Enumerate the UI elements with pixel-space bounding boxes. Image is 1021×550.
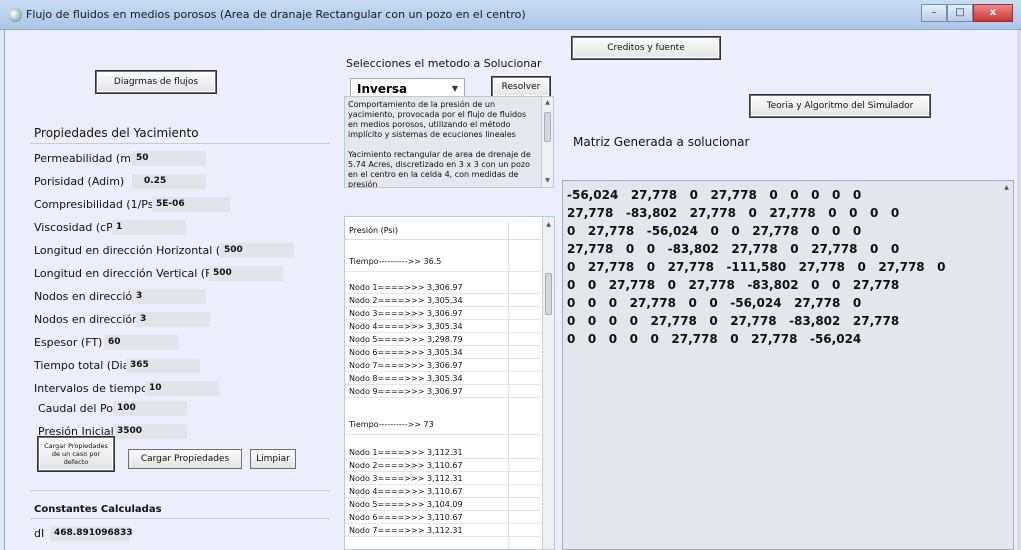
intervalos-input[interactable]: 10 bbox=[145, 381, 219, 396]
minimize-button[interactable]: – bbox=[921, 4, 947, 22]
scroll-up-icon[interactable]: ▲ bbox=[543, 221, 554, 228]
matrix-row: 0 0 0 0 27,778 0 27,778 -83,802 27,778 bbox=[567, 314, 900, 328]
section-divider bbox=[30, 143, 330, 144]
nodos-j-input[interactable]: 3 bbox=[136, 312, 210, 327]
list-item[interactable]: Nodo 2====>>> 3,305.34 bbox=[345, 294, 541, 307]
metodo-label: Selecciones el metodo a Solucionar bbox=[346, 57, 542, 70]
list-item[interactable]: Nodo 3====>>> 3,112.31 bbox=[345, 472, 541, 485]
propiedades-title: Propiedades del Yacimiento bbox=[34, 126, 199, 140]
list-item[interactable]: Nodo 1====>>> 3,306.97 bbox=[345, 281, 541, 294]
constantes-title: Constantes Calculadas bbox=[34, 504, 162, 515]
presion-scrollbar[interactable]: ▲ bbox=[542, 217, 554, 549]
field-label: Tiempo total (Dias) bbox=[34, 359, 140, 372]
presion-listview[interactable]: Presión (Psi) Tiempo---------->> 36.5 No… bbox=[344, 216, 555, 550]
window-title: Flujo de fluidos en medios porosos (Area… bbox=[26, 8, 526, 21]
list-item[interactable]: Tiempo---------->> 36.5 bbox=[345, 252, 541, 272]
list-item[interactable]: Nodo 6====>>> 3,110.67 bbox=[345, 511, 541, 524]
field-label: Viscosidad (cP) bbox=[34, 221, 118, 234]
diagramas-button[interactable]: Diagrmas de flujos bbox=[96, 71, 216, 93]
list-item[interactable]: Nodo 5====>>> 3,298.79 bbox=[345, 333, 541, 346]
matrix-row: 0 0 0 27,778 0 0 -56,024 27,778 0 bbox=[567, 296, 862, 310]
scroll-thumb[interactable] bbox=[545, 273, 552, 315]
matrix-row: 27,778 0 0 -83,802 27,778 0 27,778 0 0 bbox=[567, 242, 900, 256]
list-item[interactable]: Nodo 6====>>> 3,305.34 bbox=[345, 346, 541, 359]
field-label: Longitud en dirección Vertical (FT) bbox=[34, 267, 223, 280]
compresibilidad-input[interactable]: 5E-06 bbox=[152, 197, 230, 212]
list-item[interactable]: Nodo 4====>>> 3,110.67 bbox=[345, 485, 541, 498]
porosidad-input[interactable]: 0.25 bbox=[132, 174, 206, 189]
matrix-row: 0 0 0 0 0 27,778 0 27,778 -56,024 bbox=[567, 332, 862, 346]
dI-label: dI bbox=[34, 527, 45, 540]
title-bar: Flujo de fluidos en medios porosos (Area… bbox=[0, 0, 1021, 30]
matrix-row: -56,024 27,778 0 27,778 0 0 0 0 0 bbox=[567, 188, 862, 202]
field-label: Nodos en dirección i bbox=[34, 290, 146, 303]
maximize-button[interactable]: □ bbox=[947, 4, 973, 22]
creditos-button[interactable]: Creditos y fuente bbox=[572, 37, 720, 59]
presion-column-header[interactable]: Presión (Psi) bbox=[345, 222, 541, 240]
description-scrollbar[interactable]: ▲ ▼ bbox=[541, 97, 553, 187]
longitud-vertical-input[interactable]: 500 bbox=[209, 266, 283, 281]
limpiar-button[interactable]: Limpiar bbox=[250, 449, 296, 469]
close-button[interactable]: x bbox=[973, 4, 1013, 22]
list-item[interactable]: Nodo 2====>>> 3,110.67 bbox=[345, 459, 541, 472]
list-item[interactable]: Nodo 7====>>> 3,112.31 bbox=[345, 524, 541, 537]
espesor-input[interactable]: 60 bbox=[104, 335, 178, 350]
field-label: Intervalos de tiempos bbox=[34, 382, 154, 395]
right-edge bbox=[1017, 30, 1021, 550]
matrix-row: 0 27,778 -56,024 0 0 27,778 0 0 0 bbox=[567, 224, 862, 238]
matriz-label: Matriz Generada a solucionar bbox=[573, 135, 750, 149]
cargar-propiedades-button[interactable]: Cargar Propiedades bbox=[128, 449, 242, 469]
tiempo-total-input[interactable]: 365 bbox=[126, 358, 200, 373]
field-label: Espesor (FT) bbox=[34, 336, 103, 349]
list-item[interactable]: Nodo 9====>>> 3,306.97 bbox=[345, 385, 541, 398]
list-item[interactable]: Nodo 1====>>> 3,112.31 bbox=[345, 446, 541, 459]
field-label: Compresibilidad (1/Psia) bbox=[34, 198, 168, 211]
matrix-row: 27,778 -83,802 27,778 0 27,778 0 0 0 0 bbox=[567, 206, 900, 220]
list-item[interactable]: Nodo 5====>>> 3,104.09 bbox=[345, 498, 541, 511]
longitud-horizontal-input[interactable]: 500 bbox=[220, 243, 294, 258]
description-textarea[interactable]: Comportamiento de la presión de un yacim… bbox=[344, 96, 554, 188]
scroll-up-icon[interactable]: ▲ bbox=[542, 98, 553, 108]
field-label: Porisidad (Adim) bbox=[34, 175, 125, 188]
matriz-scrollbar[interactable]: ▲ bbox=[1001, 181, 1013, 549]
field-label: Nodos en dirección j bbox=[34, 313, 146, 326]
list-item[interactable]: Tiempo---------->> 73 bbox=[345, 415, 541, 435]
presion-inicial-input[interactable]: 3500 bbox=[113, 424, 187, 439]
section-divider bbox=[30, 490, 330, 491]
dI-value: 468.891096833 bbox=[50, 526, 133, 541]
list-item[interactable]: Nodo 4====>>> 3,305.34 bbox=[345, 320, 541, 333]
resolver-button[interactable]: Resolver bbox=[492, 77, 550, 97]
teoria-button[interactable]: Teoria y Algoritmo del Simulador bbox=[750, 95, 930, 117]
metodo-selected-value: Inversa bbox=[357, 82, 408, 96]
nodos-i-input[interactable]: 3 bbox=[132, 289, 206, 304]
matrix-row: 0 0 27,778 0 27,778 -83,802 0 0 27,778 bbox=[567, 278, 900, 292]
permeabilidad-input[interactable]: 50 bbox=[132, 151, 206, 166]
field-label: Permeabilidad (mD) bbox=[34, 152, 144, 165]
list-item[interactable]: Nodo 3====>>> 3,306.97 bbox=[345, 307, 541, 320]
scroll-thumb[interactable] bbox=[544, 112, 551, 142]
scroll-up-icon[interactable]: ▲ bbox=[1001, 184, 1012, 191]
description-text: Comportamiento de la presión de un yacim… bbox=[348, 100, 531, 188]
app-icon bbox=[8, 8, 22, 22]
matrix-row: 0 27,778 0 27,778 -111,580 27,778 0 27,7… bbox=[567, 260, 946, 274]
window-controls: – □ x bbox=[921, 4, 1013, 24]
list-item[interactable]: Nodo 7====>>> 3,306.97 bbox=[345, 359, 541, 372]
field-label: Longitud en dirección Horizontal (FT) bbox=[34, 244, 238, 257]
section-divider bbox=[30, 518, 330, 519]
matriz-textbox[interactable]: -56,024 27,778 0 27,778 0 0 0 0 0 27,778… bbox=[562, 180, 1014, 550]
caudal-input[interactable]: 100 bbox=[113, 401, 187, 416]
viscosidad-input[interactable]: 1 bbox=[112, 220, 186, 235]
scroll-down-icon[interactable]: ▼ bbox=[542, 176, 553, 186]
cargar-defecto-button[interactable]: Cargar Propiedades de un caso por defect… bbox=[38, 437, 114, 471]
list-item[interactable]: Nodo 8====>>> 3,305.34 bbox=[345, 372, 541, 385]
